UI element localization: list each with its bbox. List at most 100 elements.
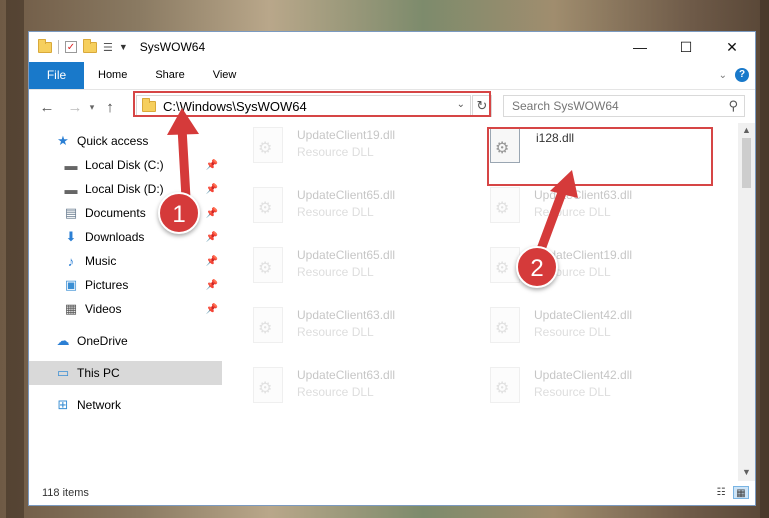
gear-icon: ⚙ bbox=[258, 380, 273, 397]
list-item[interactable]: ⚙ UpdateClient65.dll Resource DLL bbox=[225, 243, 455, 293]
background-tree bbox=[6, 0, 24, 518]
background-tree bbox=[760, 0, 769, 518]
window-title: SysWOW64 bbox=[139, 40, 206, 54]
list-item[interactable]: ⚙ UpdateClient19.dll Resource DLL bbox=[462, 243, 692, 293]
gear-icon: ⚙ bbox=[258, 320, 273, 337]
recent-locations-icon[interactable]: ▾ bbox=[85, 102, 99, 113]
sidebar-item-network[interactable]: ⊞ Network bbox=[29, 393, 222, 417]
view-switcher: ☷ ▦ bbox=[713, 486, 749, 499]
file-type: Resource DLL bbox=[297, 205, 374, 219]
sidebar-item-label: This PC bbox=[77, 366, 120, 380]
file-type: Resource DLL bbox=[297, 385, 374, 399]
sidebar-item-this-pc[interactable]: ▭ This PC bbox=[29, 361, 222, 385]
sidebar-item-label: Network bbox=[77, 398, 122, 412]
sidebar-item-label: Local Disk (C:) bbox=[85, 158, 164, 172]
pin-icon[interactable]: 📌 bbox=[206, 304, 218, 315]
drive-icon: ▬ bbox=[64, 157, 78, 173]
new-folder-icon[interactable] bbox=[83, 38, 97, 53]
step-badge-2: 2 bbox=[516, 246, 558, 288]
sidebar-item-pictures[interactable]: ▣ Pictures 📌 bbox=[29, 273, 222, 297]
scroll-thumb[interactable] bbox=[742, 138, 751, 188]
expand-ribbon-icon[interactable]: ⌄ bbox=[719, 70, 727, 81]
dll-file-icon: ⚙ bbox=[253, 187, 283, 223]
search-box[interactable]: ⚲ bbox=[503, 95, 745, 117]
pin-icon[interactable]: 📌 bbox=[206, 256, 218, 267]
file-type: Resource DLL bbox=[534, 385, 611, 399]
list-item[interactable]: ⚙ UpdateClient19.dll Resource DLL bbox=[225, 123, 455, 173]
ribbon-right: ⌄ ? bbox=[719, 68, 749, 82]
pin-icon[interactable]: 📌 bbox=[206, 160, 218, 171]
window-controls: — ☐ ✕ bbox=[617, 32, 755, 62]
help-icon[interactable]: ? bbox=[735, 68, 749, 82]
list-item[interactable]: ⚙ UpdateClient63.dll Resource DLL bbox=[225, 303, 455, 353]
search-input[interactable] bbox=[510, 98, 714, 114]
scroll-down-icon[interactable]: ▼ bbox=[738, 467, 755, 477]
pin-icon[interactable]: 📌 bbox=[206, 184, 218, 195]
pictures-icon: ▣ bbox=[64, 277, 78, 292]
pin-icon[interactable]: 📌 bbox=[206, 208, 218, 219]
list-item[interactable]: ⚙ UpdateClient63.dll Resource DLL bbox=[462, 183, 692, 233]
file-name: UpdateClient19.dll bbox=[297, 128, 396, 142]
large-icons-view-icon[interactable]: ▦ bbox=[733, 486, 749, 499]
file-name: UpdateClient63.dll bbox=[297, 308, 396, 322]
maximize-button[interactable]: ☐ bbox=[663, 32, 709, 62]
gear-icon: ⚙ bbox=[495, 380, 510, 397]
file-type: Resource DLL bbox=[297, 325, 374, 339]
customize-toolbar-icon[interactable]: ☰ bbox=[103, 41, 113, 54]
tab-file[interactable]: File bbox=[29, 62, 84, 89]
file-name: UpdateClient42.dll bbox=[534, 308, 633, 322]
download-icon: ⬇ bbox=[65, 229, 77, 244]
pin-icon[interactable]: 📌 bbox=[206, 280, 218, 291]
address-highlight-box bbox=[133, 91, 491, 117]
properties-check-icon[interactable]: ✓ bbox=[65, 41, 77, 53]
list-item[interactable]: ⚙ UpdateClient42.dll Resource DLL bbox=[462, 303, 692, 353]
file-name: UpdateClient42.dll bbox=[534, 368, 633, 382]
sidebar-item-label: Local Disk (D:) bbox=[85, 182, 164, 196]
vertical-scrollbar[interactable]: ▲ ▼ bbox=[738, 123, 755, 481]
folder-icon bbox=[38, 38, 52, 53]
sidebar-item-local-disk-c[interactable]: ▬ Local Disk (C:) 📌 bbox=[29, 153, 222, 177]
file-type: Resource DLL bbox=[297, 145, 374, 159]
details-view-icon[interactable]: ☷ bbox=[713, 486, 729, 499]
gear-icon: ⚙ bbox=[258, 140, 273, 157]
dll-file-icon: ⚙ bbox=[253, 247, 283, 283]
scroll-up-icon[interactable]: ▲ bbox=[738, 125, 755, 135]
list-item[interactable]: ⚙ UpdateClient42.dll Resource DLL bbox=[462, 363, 692, 413]
dll-file-icon: ⚙ bbox=[490, 307, 520, 343]
dll-file-icon: ⚙ bbox=[253, 367, 283, 403]
file-name: UpdateClient63.dll bbox=[297, 368, 396, 382]
star-icon: ★ bbox=[57, 133, 69, 148]
minimize-button[interactable]: — bbox=[617, 32, 663, 62]
toolbar-dropdown-icon[interactable]: ▼ bbox=[119, 42, 128, 52]
gear-icon: ⚙ bbox=[495, 200, 510, 217]
sidebar-item-label: Documents bbox=[85, 206, 146, 220]
search-icon[interactable]: ⚲ bbox=[728, 98, 738, 114]
item-count: 118 items bbox=[42, 487, 89, 499]
gear-icon: ⚙ bbox=[495, 260, 510, 277]
tab-home[interactable]: Home bbox=[84, 62, 141, 89]
close-button[interactable]: ✕ bbox=[709, 32, 755, 62]
sidebar-item-videos[interactable]: ▦ Videos 📌 bbox=[29, 297, 222, 321]
sidebar-item-music[interactable]: ♪ Music 📌 bbox=[29, 249, 222, 273]
back-icon[interactable]: ← bbox=[37, 99, 57, 116]
dll-file-icon: ⚙ bbox=[490, 367, 520, 403]
sidebar-item-quick-access[interactable]: ★ Quick access bbox=[29, 129, 222, 153]
list-item[interactable]: ⚙ UpdateClient63.dll Resource DLL bbox=[225, 363, 455, 413]
pin-icon[interactable]: 📌 bbox=[206, 232, 218, 243]
explorer-window: ✓ ☰ ▼ SysWOW64 — ☐ ✕ File Home Share Vie… bbox=[28, 31, 756, 506]
sidebar-item-onedrive[interactable]: ☁ OneDrive bbox=[29, 329, 222, 353]
forward-icon[interactable]: → bbox=[65, 99, 85, 116]
tab-share[interactable]: Share bbox=[141, 62, 198, 89]
file-name: UpdateClient65.dll bbox=[297, 188, 396, 202]
computer-icon: ▭ bbox=[56, 365, 70, 380]
file-type: Resource DLL bbox=[297, 265, 374, 279]
title-bar: ✓ ☰ ▼ SysWOW64 — ☐ ✕ bbox=[29, 32, 755, 62]
up-arrow-icon[interactable]: ↑ bbox=[99, 99, 121, 116]
step-badge-1: 1 bbox=[158, 192, 200, 234]
file-type: Resource DLL bbox=[534, 325, 611, 339]
tab-view[interactable]: View bbox=[199, 62, 251, 89]
list-item[interactable]: ⚙ UpdateClient65.dll Resource DLL bbox=[225, 183, 455, 233]
quick-access-toolbar: ✓ ☰ ▼ bbox=[29, 38, 128, 54]
navigation-pane: ★ Quick access ▬ Local Disk (C:) 📌 ▬ Loc… bbox=[29, 123, 224, 481]
documents-icon: ▤ bbox=[64, 205, 78, 220]
